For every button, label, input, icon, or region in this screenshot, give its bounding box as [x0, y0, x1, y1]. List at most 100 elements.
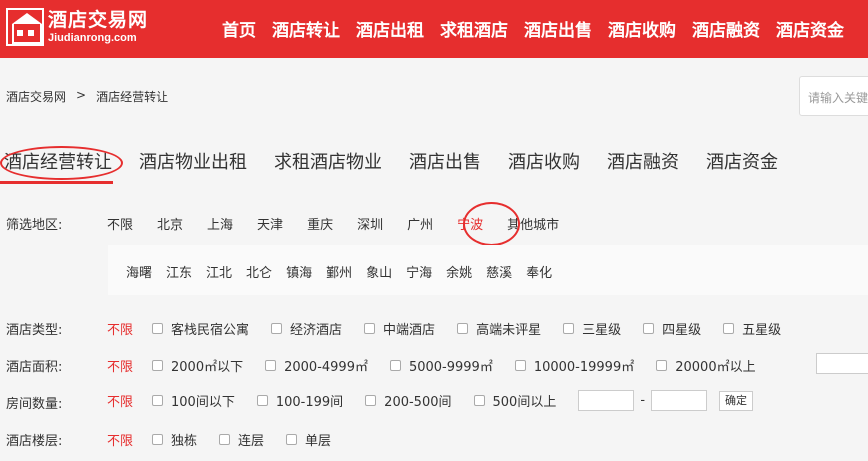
tab-seek-property[interactable]: 求租酒店物业 [274, 148, 382, 174]
checkbox[interactable] [656, 360, 668, 371]
area-label: 酒店面积: [6, 360, 63, 375]
floor-option-nolimit[interactable]: 不限 [107, 430, 133, 449]
type-option[interactable]: 中端酒店 [364, 319, 435, 338]
type-option[interactable]: 四星级 [643, 319, 701, 338]
region-label: 筛选地区: [6, 218, 63, 233]
district-option[interactable]: 镇海 [286, 262, 312, 281]
checkbox[interactable] [256, 395, 268, 406]
nav-item-rent[interactable]: 酒店出租 [356, 16, 424, 41]
district-option[interactable]: 江东 [166, 262, 192, 281]
district-option[interactable]: 江北 [206, 262, 232, 281]
checkbox[interactable] [365, 395, 377, 406]
city-option-beijing[interactable]: 北京 [157, 214, 183, 233]
logo-domain: Jiudianrong.com [48, 32, 137, 44]
district-option[interactable]: 奉化 [526, 262, 552, 281]
district-option[interactable]: 象山 [366, 262, 392, 281]
checkbox[interactable] [643, 323, 655, 334]
annotation-circle-city [463, 202, 520, 246]
district-option[interactable]: 慈溪 [486, 262, 512, 281]
type-filter-row: 不限 客栈民宿公寓 经济酒店 中端酒店 高端未评星 三星级 四星级 五星级 [107, 319, 803, 338]
rooms-option[interactable]: 100间以下 [152, 391, 235, 410]
area-option[interactable]: 2000㎡以下 [152, 356, 243, 375]
rooms-filter-row: 不限 100间以下 100-199间 200-500间 500间以上 - 确定 [107, 390, 754, 411]
checkbox[interactable] [514, 360, 526, 371]
rooms-option-nolimit[interactable]: 不限 [107, 391, 133, 410]
main-nav: 首页 酒店转让 酒店出租 求租酒店 酒店出售 酒店收购 酒店融资 酒店资金 [222, 16, 860, 41]
nav-item-acquire[interactable]: 酒店收购 [608, 16, 676, 41]
tab-hotel-funds[interactable]: 酒店资金 [706, 148, 778, 174]
rooms-min-input[interactable] [578, 390, 635, 411]
city-option-guangzhou[interactable]: 广州 [407, 214, 433, 233]
rooms-option[interactable]: 100-199间 [256, 391, 343, 410]
checkbox[interactable] [271, 323, 283, 334]
checkbox[interactable] [152, 395, 164, 406]
checkbox[interactable] [389, 360, 401, 371]
city-option-chongqing[interactable]: 重庆 [307, 214, 333, 233]
checkbox[interactable] [723, 323, 735, 334]
floor-label: 酒店楼层: [6, 434, 63, 449]
checkbox[interactable] [219, 434, 231, 445]
area-option[interactable]: 2000-4999㎡ [265, 356, 368, 375]
floor-option[interactable]: 独栋 [152, 430, 197, 449]
rooms-option[interactable]: 500间以上 [473, 391, 556, 410]
nav-item-home[interactable]: 首页 [222, 16, 256, 41]
rooms-option[interactable]: 200-500间 [365, 391, 452, 410]
rooms-max-input[interactable] [651, 390, 708, 411]
type-option[interactable]: 客栈民宿公寓 [152, 319, 249, 338]
city-option-tianjin[interactable]: 天津 [257, 214, 283, 233]
district-option[interactable]: 宁海 [406, 262, 432, 281]
nav-item-finance[interactable]: 酒店融资 [692, 16, 760, 41]
checkbox[interactable] [265, 360, 277, 371]
breadcrumb-home[interactable]: 酒店交易网 [6, 88, 66, 105]
confirm-button[interactable]: 确定 [719, 390, 754, 411]
floor-option[interactable]: 连层 [219, 430, 264, 449]
area-option[interactable]: 10000-19999㎡ [514, 356, 634, 375]
breadcrumb-current[interactable]: 酒店经营转让 [96, 88, 168, 105]
checkbox[interactable] [473, 395, 485, 406]
type-label: 酒店类型: [6, 323, 63, 338]
range-dash: - [640, 393, 646, 408]
district-option[interactable]: 余姚 [446, 262, 472, 281]
checkbox[interactable] [364, 323, 376, 334]
district-filter-row: 海曙 江东 江北 北仑 镇海 鄞州 象山 宁海 余姚 慈溪 奉化 [126, 262, 566, 281]
area-option-nolimit[interactable]: 不限 [107, 356, 133, 375]
checkbox[interactable] [152, 360, 164, 371]
tab-hotel-acquire[interactable]: 酒店收购 [508, 148, 580, 174]
type-option[interactable]: 高端未评星 [457, 319, 541, 338]
top-header: 酒店交易网 Jiudianrong.com 首页 酒店转让 酒店出租 求租酒店 … [0, 0, 868, 58]
city-option-shenzhen[interactable]: 深圳 [357, 214, 383, 233]
annotation-circle-tab [0, 146, 123, 180]
search-input[interactable]: 请输入关键词 [799, 76, 868, 116]
category-tabs: 酒店经营转让 酒店物业出租 求租酒店物业 酒店出售 酒店收购 酒店融资 酒店资金 [4, 148, 805, 174]
nav-item-transfer[interactable]: 酒店转让 [272, 16, 340, 41]
type-option-nolimit[interactable]: 不限 [107, 319, 133, 338]
area-option[interactable]: 5000-9999㎡ [389, 356, 493, 375]
area-option[interactable]: 20000㎡以上 [656, 356, 756, 375]
district-option[interactable]: 北仑 [246, 262, 272, 281]
checkbox[interactable] [457, 323, 469, 334]
city-option-nolimit[interactable]: 不限 [107, 214, 133, 233]
tab-property-rent[interactable]: 酒店物业出租 [139, 148, 247, 174]
city-option-shanghai[interactable]: 上海 [207, 214, 233, 233]
nav-item-seek-rent[interactable]: 求租酒店 [440, 16, 508, 41]
nav-item-sale[interactable]: 酒店出售 [524, 16, 592, 41]
type-option[interactable]: 五星级 [723, 319, 781, 338]
district-option[interactable]: 鄞州 [326, 262, 352, 281]
tab-hotel-sale[interactable]: 酒店出售 [409, 148, 481, 174]
tab-hotel-finance[interactable]: 酒店融资 [607, 148, 679, 174]
checkbox[interactable] [152, 323, 164, 334]
active-tab-underline [0, 181, 113, 184]
checkbox[interactable] [286, 434, 298, 445]
district-option[interactable]: 海曙 [126, 262, 152, 281]
nav-item-funds[interactable]: 酒店资金 [776, 16, 844, 41]
logo-title: 酒店交易网 [48, 9, 149, 31]
floor-option[interactable]: 单层 [286, 430, 331, 449]
area-min-input[interactable] [816, 353, 868, 374]
checkbox[interactable] [152, 434, 164, 445]
rooms-label: 房间数量: [6, 397, 63, 412]
type-option[interactable]: 经济酒店 [271, 319, 342, 338]
checkbox[interactable] [563, 323, 575, 334]
floor-filter-row: 不限 独栋 连层 单层 [107, 430, 353, 449]
site-logo[interactable]: 酒店交易网 Jiudianrong.com [6, 8, 148, 46]
type-option[interactable]: 三星级 [563, 319, 621, 338]
